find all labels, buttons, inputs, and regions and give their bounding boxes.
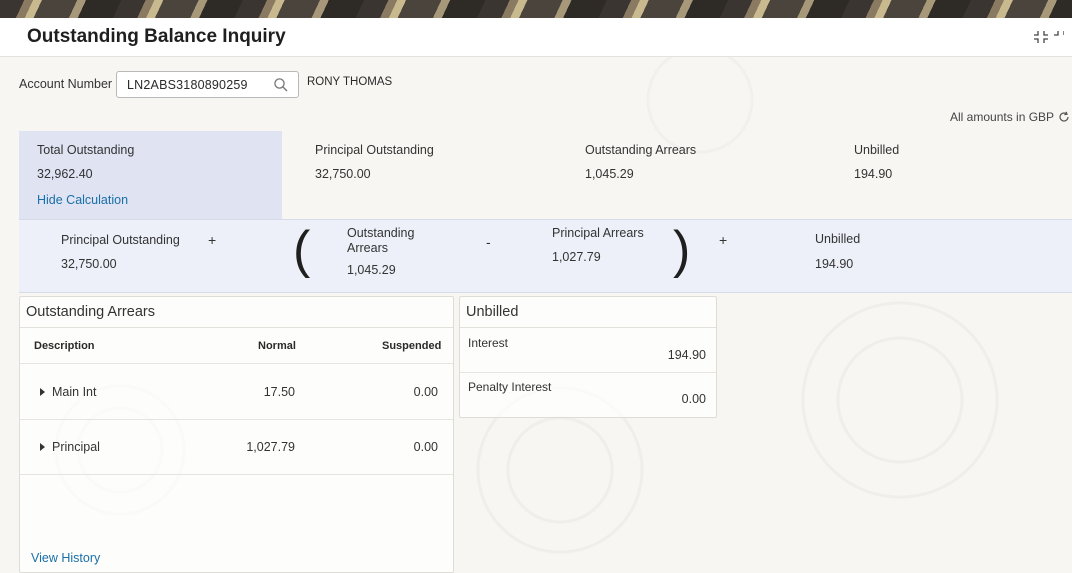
summary-principal-outstanding[interactable]: Principal Outstanding 32,750.00 <box>297 131 537 219</box>
unbilled-panel: Unbilled Interest 194.90 Penalty Interes… <box>459 296 717 418</box>
unbilled-penalty-interest-label: Penalty Interest <box>468 380 552 394</box>
table-row[interactable]: Main Int 17.50 0.00 <box>20 363 453 420</box>
calc-principal-arrears-label: Principal Arrears <box>552 226 644 240</box>
calc-principal-outstanding-label: Principal Outstanding <box>61 233 180 247</box>
page-title: Outstanding Balance Inquiry <box>27 26 286 47</box>
account-number-field[interactable]: LN2ABS3180890259 <box>116 71 299 98</box>
calculation-breakdown: Principal Outstanding 32,750.00 + ( Outs… <box>19 219 1072 293</box>
calc-outstanding-arrears-label: Outstanding Arrears <box>347 226 415 255</box>
table-row[interactable]: Principal 1,027.79 0.00 <box>20 419 453 475</box>
calc-plus-operator: + <box>208 232 217 248</box>
title-bar: Outstanding Balance Inquiry <box>0 18 1072 57</box>
summary-label: Total Outstanding <box>37 143 135 157</box>
customer-name: RONY THOMAS <box>307 76 393 88</box>
unbilled-interest-value: 194.90 <box>667 348 706 362</box>
calc-principal-arrears-value: 1,027.79 <box>552 250 601 264</box>
row-description-text: Main Int <box>52 385 97 399</box>
list-item: Interest 194.90 <box>460 328 716 373</box>
column-suspended: Suspended <box>382 340 442 352</box>
row-suspended: 0.00 <box>413 440 438 454</box>
caret-right-icon[interactable] <box>40 443 45 451</box>
collapse-icon[interactable] <box>1034 29 1064 45</box>
summary-unbilled[interactable]: Unbilled 194.90 <box>836 131 1056 219</box>
panel-header: Outstanding Arrears <box>20 297 453 328</box>
summary-label: Principal Outstanding <box>315 143 434 157</box>
list-item: Penalty Interest 0.00 <box>460 372 716 416</box>
unbilled-interest-label: Interest <box>468 336 509 350</box>
summary-label: Outstanding Arrears <box>585 143 697 157</box>
summary-outstanding-arrears[interactable]: Outstanding Arrears 1,045.29 <box>567 131 807 219</box>
refresh-icon[interactable] <box>1058 111 1070 123</box>
panel-header: Unbilled <box>460 297 716 328</box>
calc-principal-outstanding-value: 32,750.00 <box>61 257 117 271</box>
account-row: Account Number LN2ABS3180890259 RONY THO… <box>0 66 1072 102</box>
view-history-link[interactable]: View History <box>31 551 100 565</box>
summary-value: 194.90 <box>854 167 893 181</box>
caret-right-icon[interactable] <box>40 388 45 396</box>
column-normal: Normal <box>258 340 296 352</box>
row-suspended: 0.00 <box>413 385 438 399</box>
calc-plus-operator: + <box>719 232 728 248</box>
amounts-currency-note: All amounts in GBP <box>950 110 1070 124</box>
calc-unbilled-value: 194.90 <box>815 257 854 271</box>
row-description: Main Int <box>40 385 96 399</box>
outstanding-arrears-panel: Outstanding Arrears Description Normal S… <box>19 296 454 573</box>
calc-minus-operator: - <box>486 234 491 250</box>
account-number-label: Account Number <box>19 77 113 91</box>
summary-value: 32,750.00 <box>315 167 371 181</box>
calc-unbilled-label: Unbilled <box>815 232 861 246</box>
summary-label: Unbilled <box>854 143 900 157</box>
calc-open-paren: ( <box>293 221 311 279</box>
row-description-text: Principal <box>52 440 100 454</box>
header-banner <box>0 0 1072 18</box>
summary-value: 32,962.40 <box>37 167 93 181</box>
summary-row: Total Outstanding 32,962.40 Hide Calcula… <box>19 131 1072 219</box>
summary-value: 1,045.29 <box>585 167 634 181</box>
summary-total-outstanding[interactable]: Total Outstanding 32,962.40 Hide Calcula… <box>19 131 282 219</box>
column-description: Description <box>34 340 95 352</box>
search-icon[interactable] <box>273 77 289 93</box>
unbilled-penalty-interest-value: 0.00 <box>681 392 706 406</box>
row-normal: 1,027.79 <box>246 440 295 454</box>
calc-outstanding-arrears-value: 1,045.29 <box>347 263 396 277</box>
unbilled-title: Unbilled <box>466 304 519 320</box>
calc-close-paren: ) <box>673 221 691 279</box>
hide-calculation-link[interactable]: Hide Calculation <box>37 193 128 207</box>
account-number-value: LN2ABS3180890259 <box>127 78 248 92</box>
row-normal: 17.50 <box>263 385 295 399</box>
outstanding-arrears-title: Outstanding Arrears <box>26 304 155 320</box>
amounts-note-text: All amounts in GBP <box>950 110 1055 124</box>
row-description: Principal <box>40 440 100 454</box>
